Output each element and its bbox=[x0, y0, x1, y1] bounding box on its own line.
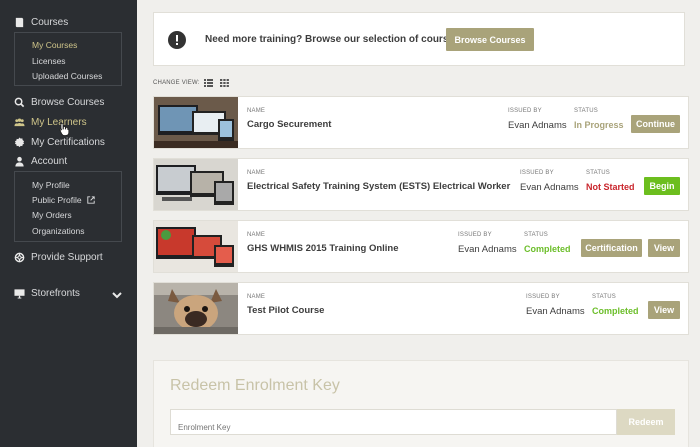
user-icon bbox=[14, 156, 25, 167]
continue-button[interactable]: Continue bbox=[631, 115, 680, 133]
nav-my-certifications-label: My Certifications bbox=[31, 136, 105, 148]
sidebar-item-uploaded-courses[interactable]: Uploaded Courses bbox=[32, 71, 102, 81]
certificate-icon bbox=[14, 136, 25, 148]
status-label: STATUS bbox=[592, 294, 616, 300]
enrolment-key-input[interactable] bbox=[170, 409, 617, 435]
issued-by-label: ISSUED BY bbox=[458, 232, 492, 238]
issuer-name: Evan Adnams bbox=[508, 120, 567, 131]
training-banner: Need more training? Browse our selection… bbox=[153, 12, 685, 66]
issuer-name: Evan Adnams bbox=[458, 244, 517, 255]
nav-storefronts-label: Storefronts bbox=[31, 287, 80, 299]
status-label: STATUS bbox=[524, 232, 548, 238]
chevron-down-icon[interactable] bbox=[111, 289, 123, 301]
issued-by-label: ISSUED BY bbox=[520, 170, 554, 176]
sidebar-item-organizations[interactable]: Organizations bbox=[32, 226, 84, 236]
nav-storefronts[interactable]: Storefronts bbox=[14, 285, 80, 301]
course-thumbnail[interactable] bbox=[154, 97, 238, 148]
redeem-title: Redeem Enrolment Key bbox=[170, 377, 340, 394]
sidebar-item-my-orders[interactable]: My Orders bbox=[32, 210, 72, 220]
course-thumbnail[interactable] bbox=[154, 283, 238, 334]
main-content: Need more training? Browse our selection… bbox=[137, 0, 700, 447]
course-name[interactable]: GHS WHMIS 2015 Training Online bbox=[247, 243, 399, 254]
status-value: Completed bbox=[592, 306, 639, 316]
lifebuoy-icon bbox=[14, 252, 25, 263]
issued-by-label: ISSUED BY bbox=[526, 294, 560, 300]
status-label: STATUS bbox=[586, 170, 610, 176]
nav-courses[interactable]: Courses bbox=[14, 14, 68, 30]
nav-browse-courses-label: Browse Courses bbox=[31, 96, 105, 108]
course-card: NAME Electrical Safety Training System (… bbox=[153, 158, 689, 211]
monitor-icon bbox=[14, 288, 25, 299]
status-value: Completed bbox=[524, 244, 571, 254]
course-thumbnail[interactable] bbox=[154, 159, 238, 210]
view-button[interactable]: View bbox=[648, 239, 680, 257]
issued-by-label: ISSUED BY bbox=[508, 108, 542, 114]
sidebar: Courses My Courses Licenses Uploaded Cou… bbox=[0, 0, 137, 447]
issuer-name: Evan Adnams bbox=[526, 306, 585, 317]
course-card: NAME Test Pilot Course ISSUED BY Evan Ad… bbox=[153, 282, 689, 335]
issuer-name: Evan Adnams bbox=[520, 182, 579, 193]
nav-account[interactable]: Account bbox=[14, 153, 67, 169]
banner-message: Need more training? Browse our selection… bbox=[205, 34, 463, 45]
nav-my-learners[interactable]: My Learners bbox=[14, 114, 87, 130]
nav-provide-support-label: Provide Support bbox=[31, 251, 103, 263]
nav-my-certifications[interactable]: My Certifications bbox=[14, 134, 105, 150]
nav-account-label: Account bbox=[31, 155, 68, 167]
search-icon bbox=[14, 97, 25, 108]
name-label: NAME bbox=[247, 108, 266, 114]
course-name[interactable]: Electrical Safety Training System (ESTS)… bbox=[247, 181, 510, 192]
nav-courses-label: Courses bbox=[31, 16, 69, 28]
courses-subnav: My Courses Licenses Uploaded Courses bbox=[14, 32, 122, 86]
users-icon bbox=[14, 117, 25, 128]
book-icon bbox=[14, 17, 25, 28]
course-thumbnail[interactable] bbox=[154, 221, 238, 272]
course-name[interactable]: Test Pilot Course bbox=[247, 305, 324, 316]
view-button[interactable]: View bbox=[648, 301, 680, 319]
course-card: NAME Cargo Securement ISSUED BY Evan Adn… bbox=[153, 96, 689, 149]
account-subnav: My Profile Public Profile My Orders Orga… bbox=[14, 171, 122, 242]
status-label: STATUS bbox=[574, 108, 598, 114]
begin-button[interactable]: Begin bbox=[644, 177, 680, 195]
sidebar-item-my-profile[interactable]: My Profile bbox=[32, 180, 70, 190]
redeem-button[interactable]: Redeem bbox=[617, 409, 675, 435]
redeem-section: Redeem Enrolment Key Redeem bbox=[153, 360, 689, 447]
external-link-icon bbox=[87, 196, 95, 204]
sidebar-item-licenses[interactable]: Licenses bbox=[32, 56, 66, 66]
hand-cursor-icon bbox=[59, 123, 70, 136]
list-view-icon[interactable] bbox=[203, 79, 213, 87]
name-label: NAME bbox=[247, 232, 266, 238]
alert-icon bbox=[168, 31, 186, 49]
nav-browse-courses[interactable]: Browse Courses bbox=[14, 94, 104, 110]
change-view-label: CHANGE VIEW: bbox=[153, 80, 200, 86]
course-card: NAME GHS WHMIS 2015 Training Online ISSU… bbox=[153, 220, 689, 273]
sidebar-item-my-courses[interactable]: My Courses bbox=[32, 40, 77, 50]
nav-provide-support[interactable]: Provide Support bbox=[14, 249, 103, 265]
status-value: In Progress bbox=[574, 120, 624, 130]
status-value: Not Started bbox=[586, 182, 635, 192]
certification-button[interactable]: Certification bbox=[581, 239, 642, 257]
name-label: NAME bbox=[247, 294, 266, 300]
grid-view-icon[interactable] bbox=[219, 79, 229, 87]
browse-courses-button[interactable]: Browse Courses bbox=[446, 28, 534, 51]
sidebar-item-public-profile[interactable]: Public Profile bbox=[32, 195, 95, 205]
sidebar-item-public-profile-label: Public Profile bbox=[32, 195, 82, 205]
name-label: NAME bbox=[247, 170, 266, 176]
course-name[interactable]: Cargo Securement bbox=[247, 119, 331, 130]
change-view: CHANGE VIEW: bbox=[153, 79, 229, 87]
